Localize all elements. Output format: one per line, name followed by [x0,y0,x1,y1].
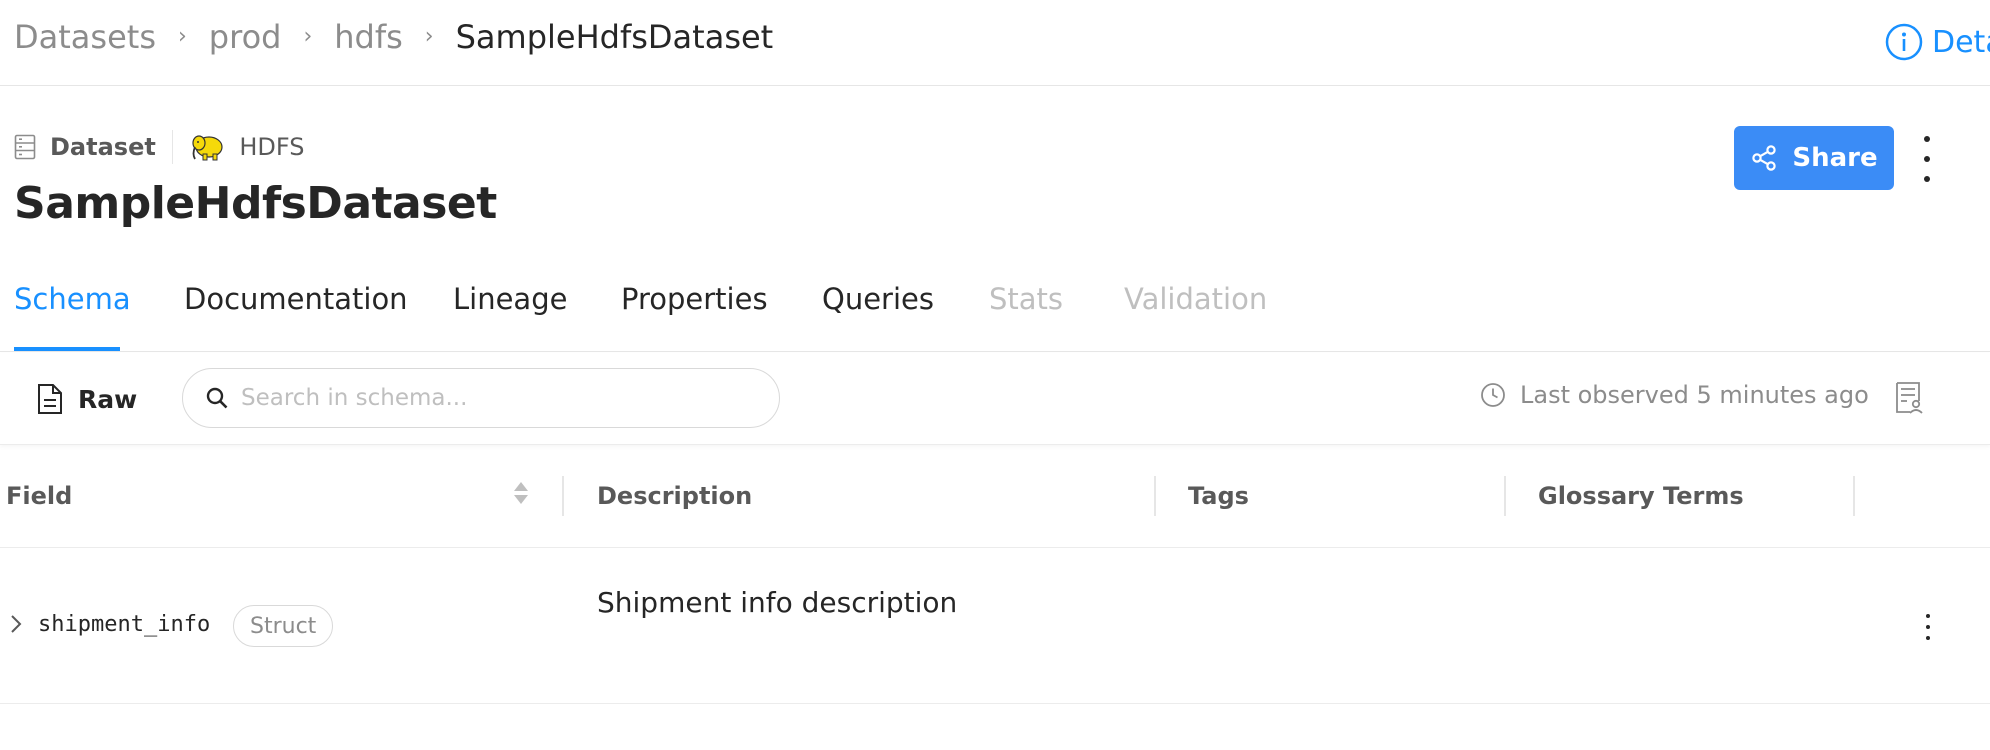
last-observed-text: Last observed 5 minutes ago [1520,381,1869,409]
column-divider [1853,476,1855,516]
dot [1924,136,1930,142]
column-header-field[interactable]: Field [6,482,72,510]
search-input[interactable] [241,385,741,411]
field-type-badge: Struct [233,605,334,647]
dot [1924,156,1930,162]
more-options-button[interactable] [1912,136,1942,182]
schema-toolbar: Raw Last observed 5 minutes ago [0,353,1990,445]
row-more-options-button[interactable] [1922,614,1934,640]
breadcrumb-bar: Datasets › prod › hdfs › SampleHdfsDatas… [0,0,1990,86]
field-description[interactable]: Shipment info description [597,586,957,619]
column-divider [1154,476,1156,516]
breadcrumb-separator: › [303,24,313,49]
clock-icon [1481,383,1505,407]
search-icon [206,387,228,409]
sort-ascending-icon [514,482,528,491]
column-header-description: Description [597,482,753,510]
tab-stats: Stats [989,282,1064,316]
tab-queries[interactable]: Queries [822,282,934,316]
chevron-right-icon [11,615,22,633]
breadcrumb-item-prod[interactable]: prod [209,18,282,56]
breadcrumb: Datasets › prod › hdfs › SampleHdfsDatas… [14,18,773,56]
dot [1926,636,1930,640]
tab-bar: Schema Documentation Lineage Properties … [0,270,1990,352]
hdfs-elephant-logo [192,135,223,161]
sort-field-button[interactable] [514,482,528,504]
schema-table-header: Field Description Tags Glossary Terms [0,446,1990,548]
tab-validation: Validation [1124,282,1268,316]
breadcrumb-item-current: SampleHdfsDataset [455,18,774,56]
active-tab-indicator [14,347,120,351]
breadcrumb-separator: › [177,24,187,49]
column-header-tags: Tags [1188,482,1249,510]
column-divider [562,476,564,516]
info-circle-icon [1885,23,1923,61]
entity-type-label: Dataset [50,133,156,161]
schema-blame-button[interactable] [1894,381,1924,419]
breadcrumb-item-datasets[interactable]: Datasets [14,18,156,56]
file-text-icon [38,384,62,414]
share-button[interactable]: Share [1734,126,1894,190]
field-name: shipment_info [38,612,211,637]
dot [1924,176,1930,182]
column-header-glossary-terms: Glossary Terms [1538,482,1744,510]
entity-type-divider [171,130,174,164]
raw-toggle-button[interactable]: Raw [36,383,137,415]
expand-row-button[interactable] [8,612,24,640]
breadcrumb-separator: › [424,24,434,49]
file-blame-icon [1896,382,1923,414]
tab-schema[interactable]: Schema [14,282,131,316]
column-divider [1504,476,1506,516]
entity-type-row: Dataset HDFS [14,130,304,164]
details-toggle[interactable]: Deta [1884,22,1990,62]
database-icon [14,134,36,160]
share-label: Share [1792,143,1878,173]
dot [1926,614,1930,618]
details-label: Deta [1932,24,1990,60]
page-title: SampleHdfsDataset [14,178,497,229]
table-row[interactable]: shipment_info Struct Shipment info descr… [0,548,1990,704]
sort-descending-icon [514,495,528,504]
tab-lineage[interactable]: Lineage [453,282,567,316]
dot [1926,625,1930,629]
breadcrumb-item-hdfs[interactable]: hdfs [334,18,403,56]
schema-search [182,368,780,428]
share-icon [1752,145,1777,171]
raw-label: Raw [78,384,138,414]
tab-documentation[interactable]: Documentation [184,282,408,316]
platform-label: HDFS [239,133,305,161]
tab-properties[interactable]: Properties [621,282,768,316]
last-observed-status: Last observed 5 minutes ago [1480,381,1869,409]
